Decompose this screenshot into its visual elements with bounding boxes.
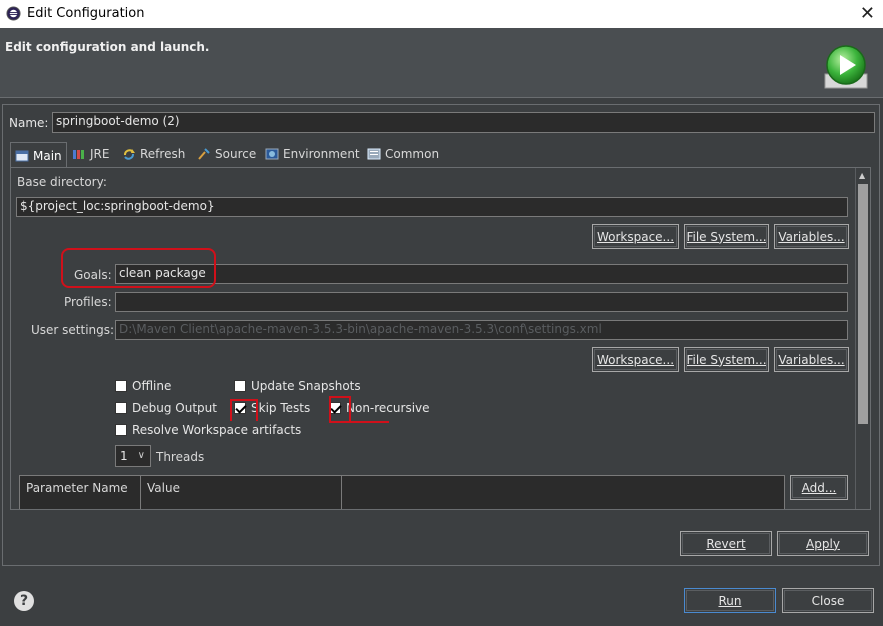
offline-checkbox[interactable]: Offline bbox=[115, 379, 171, 393]
file-system-button[interactable]: File System... bbox=[684, 224, 769, 249]
apply-button[interactable]: Apply bbox=[777, 531, 869, 556]
tab-main[interactable]: Main bbox=[10, 142, 67, 168]
parameter-name-header[interactable]: Parameter Name bbox=[20, 476, 141, 509]
non-recursive-checkbox[interactable]: Non-recursive bbox=[329, 401, 430, 415]
close-window-icon[interactable]: ✕ bbox=[860, 3, 875, 24]
workspace-button[interactable]: Workspace... bbox=[592, 224, 679, 249]
jre-icon bbox=[73, 150, 84, 159]
revert-button[interactable]: Revert bbox=[680, 531, 772, 556]
chevron-down-icon: ∨ bbox=[137, 450, 145, 461]
skip-tests-checkbox[interactable]: Skip Tests bbox=[234, 401, 310, 415]
main-tab-icon bbox=[15, 150, 29, 161]
threads-value: 1 bbox=[120, 449, 128, 463]
threads-label: Threads bbox=[156, 450, 205, 464]
add-parameter-button[interactable]: Add... bbox=[790, 475, 848, 500]
debug-output-checkbox[interactable]: Debug Output bbox=[115, 401, 217, 415]
user-settings-label: User settings: bbox=[31, 323, 115, 337]
refresh-icon bbox=[124, 149, 135, 160]
goals-input[interactable]: clean package bbox=[115, 264, 848, 284]
tab-main-label: Main bbox=[33, 148, 62, 163]
run-icon bbox=[824, 45, 868, 89]
tab-source[interactable]: Source bbox=[197, 142, 256, 166]
profiles-input[interactable] bbox=[115, 292, 848, 312]
tab-common[interactable]: Common bbox=[367, 142, 439, 166]
run-button[interactable]: Run bbox=[684, 588, 776, 613]
non-recursive-box[interactable] bbox=[329, 402, 341, 414]
tab-source-label: Source bbox=[215, 147, 257, 161]
source-icon bbox=[198, 148, 210, 160]
settings-workspace-button[interactable]: Workspace... bbox=[592, 347, 679, 372]
parameter-table[interactable]: Parameter Name Value bbox=[19, 475, 785, 509]
skip-tests-box[interactable] bbox=[234, 402, 246, 414]
settings-file-system-button[interactable]: File System... bbox=[684, 347, 769, 372]
scrollbar-thumb[interactable] bbox=[858, 184, 868, 424]
name-input[interactable]: springboot-demo (2) bbox=[52, 112, 875, 133]
tab-refresh-label: Refresh bbox=[140, 147, 186, 161]
threads-select[interactable]: 1 ∨ bbox=[115, 445, 151, 467]
base-directory-input[interactable]: ${project_loc:springboot-demo} bbox=[16, 197, 848, 217]
name-label: Name: bbox=[9, 116, 49, 130]
user-settings-input[interactable]: D:\Maven Client\apache-maven-3.5.3-bin\a… bbox=[115, 320, 848, 340]
header-banner: Edit configuration and launch. bbox=[0, 28, 883, 98]
banner-message: Edit configuration and launch. bbox=[5, 40, 210, 54]
help-icon[interactable]: ? bbox=[14, 591, 34, 611]
resolve-workspace-box[interactable] bbox=[115, 424, 127, 436]
tab-common-label: Common bbox=[385, 147, 440, 161]
update-snapshots-box[interactable] bbox=[234, 380, 246, 392]
settings-variables-button[interactable]: Variables... bbox=[774, 347, 849, 372]
tab-jre[interactable]: JRE bbox=[72, 142, 109, 166]
resolve-workspace-label: Resolve Workspace artifacts bbox=[132, 423, 302, 437]
value-header[interactable]: Value bbox=[141, 476, 342, 509]
resolve-workspace-checkbox[interactable]: Resolve Workspace artifacts bbox=[115, 423, 301, 437]
debug-output-label: Debug Output bbox=[132, 401, 217, 415]
update-snapshots-label: Update Snapshots bbox=[251, 379, 361, 393]
debug-output-box[interactable] bbox=[115, 402, 127, 414]
offline-box[interactable] bbox=[115, 380, 127, 392]
non-recursive-underline-annotation bbox=[329, 421, 389, 423]
scroll-up-icon[interactable]: ▲ bbox=[859, 171, 865, 180]
variables-button[interactable]: Variables... bbox=[774, 224, 849, 249]
profiles-label: Profiles: bbox=[64, 295, 112, 309]
tab-refresh[interactable]: Refresh bbox=[122, 142, 185, 166]
common-icon bbox=[367, 148, 381, 160]
close-button[interactable]: Close bbox=[782, 588, 874, 613]
tab-environment[interactable]: Environment bbox=[265, 142, 360, 166]
non-recursive-label: Non-recursive bbox=[346, 401, 430, 415]
eclipse-app-icon bbox=[6, 6, 21, 21]
update-snapshots-checkbox[interactable]: Update Snapshots bbox=[234, 379, 361, 393]
title-bar: Edit Configuration ✕ bbox=[0, 0, 883, 28]
panel-scrollbar[interactable]: ▲ bbox=[855, 168, 870, 509]
environment-icon bbox=[265, 148, 279, 160]
offline-label: Offline bbox=[132, 379, 172, 393]
window-title: Edit Configuration bbox=[27, 6, 145, 21]
skip-tests-label: Skip Tests bbox=[251, 401, 311, 415]
goals-label: Goals: bbox=[74, 268, 112, 282]
base-directory-label: Base directory: bbox=[17, 175, 107, 189]
main-tab-panel: Base directory: ${project_loc:springboot… bbox=[10, 167, 871, 510]
tab-jre-label: JRE bbox=[90, 147, 110, 161]
tab-environment-label: Environment bbox=[283, 147, 360, 161]
